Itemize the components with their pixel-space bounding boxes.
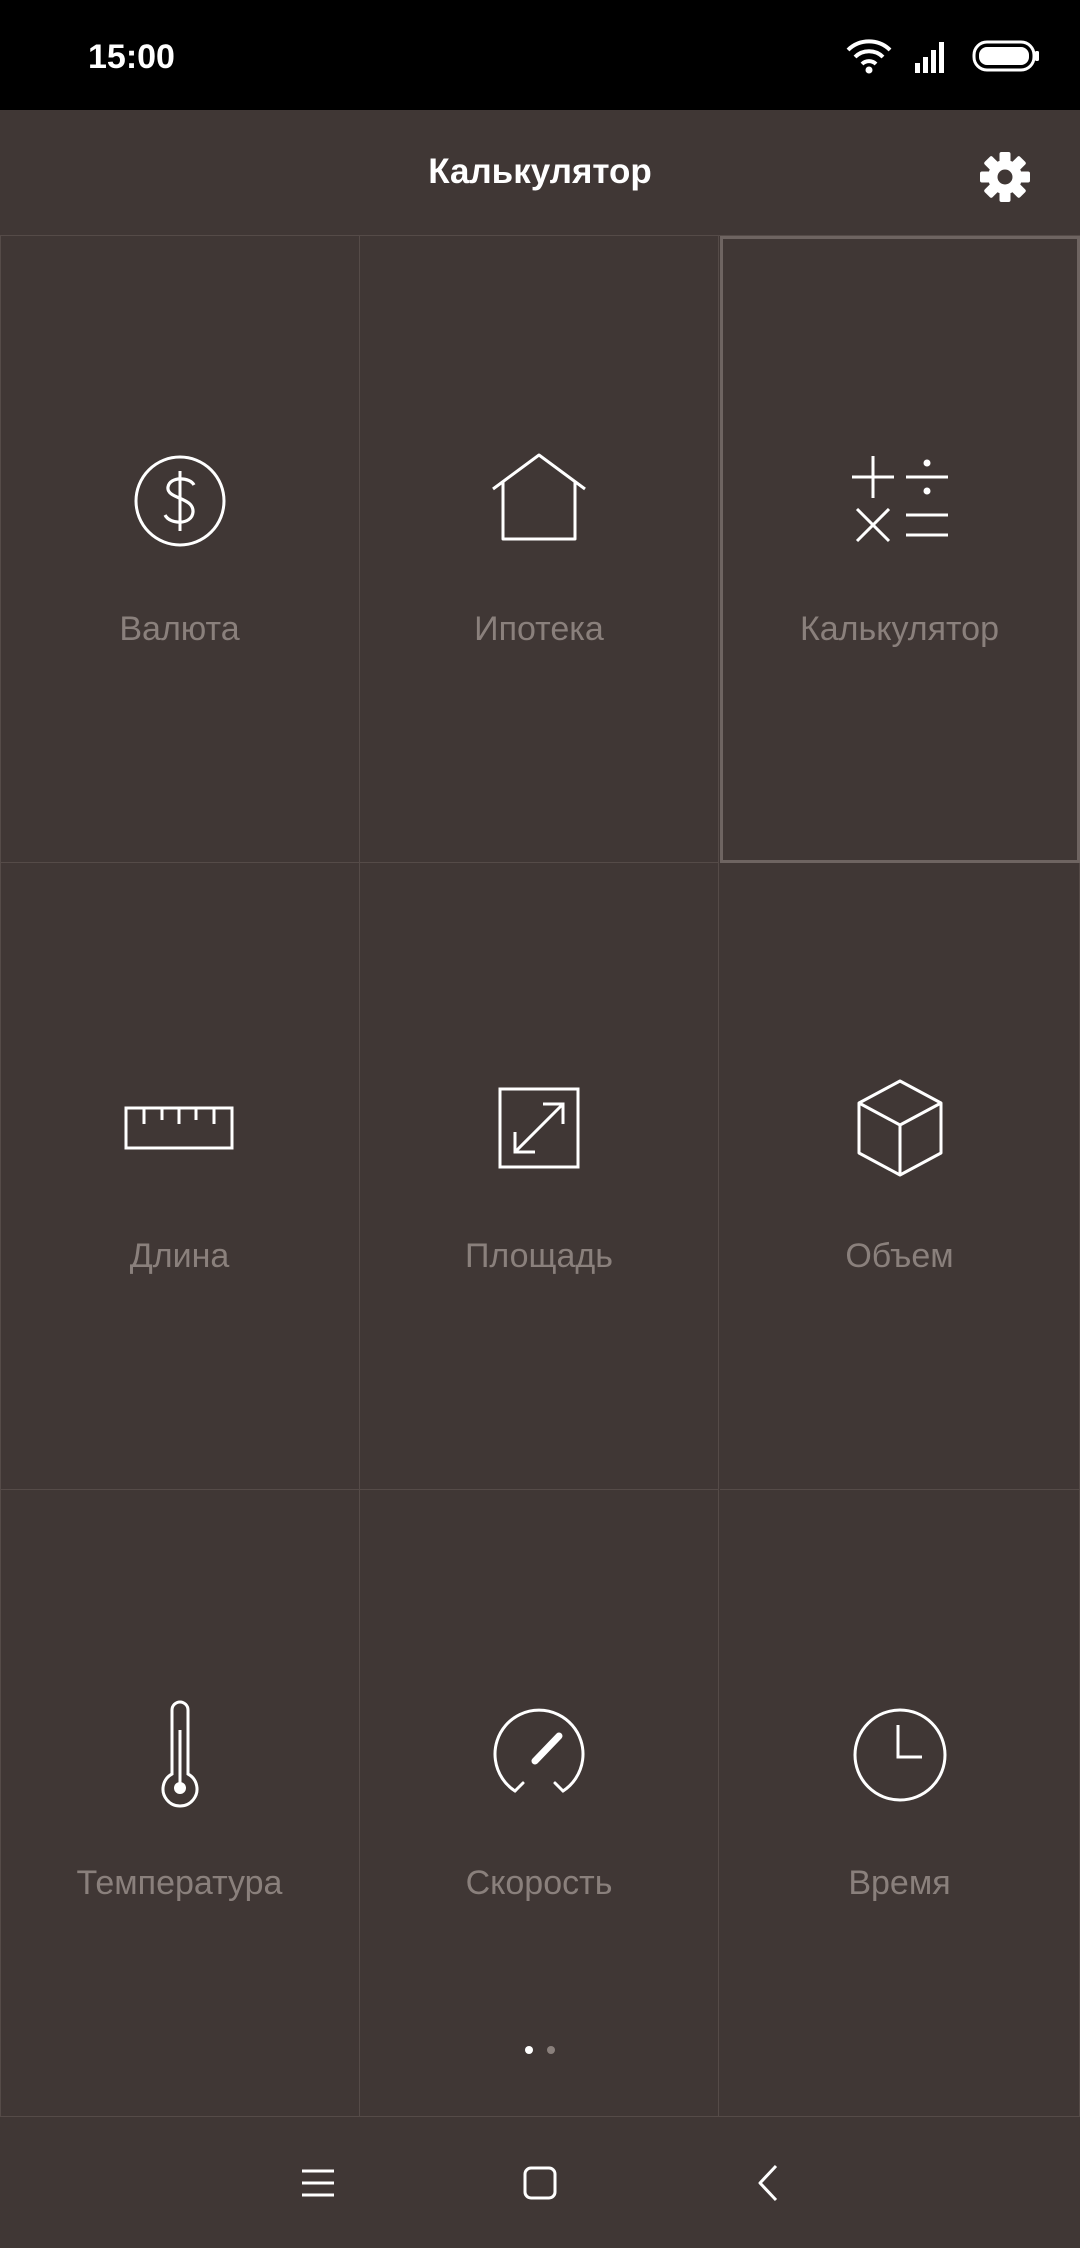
grid-item-length[interactable]: Длина: [0, 863, 360, 1490]
grid-item-label: Калькулятор: [799, 610, 1000, 648]
back-icon: [756, 2163, 780, 2208]
grid-item-mortgage[interactable]: Ипотека: [360, 236, 719, 863]
home-icon: [522, 2165, 558, 2206]
grid-item-area[interactable]: Площадь: [360, 863, 719, 1490]
battery-icon: [972, 40, 1040, 77]
settings-button[interactable]: [976, 148, 1034, 206]
grid-item-currency[interactable]: Валюта: [0, 236, 360, 863]
area-icon: [360, 1073, 718, 1183]
grid-item-label: Ипотека: [474, 610, 604, 648]
home-button[interactable]: [512, 2157, 568, 2213]
dollar-icon: [0, 446, 359, 556]
gear-icon: [976, 152, 1034, 210]
thermometer-icon: [0, 1700, 359, 1810]
grid-item-volume[interactable]: Объем: [720, 863, 1080, 1490]
grid-item-label: Длина: [129, 1237, 230, 1275]
grid-item-speed[interactable]: Скорость: [360, 1490, 719, 2116]
app-bar: Калькулятор: [0, 110, 1080, 236]
house-icon: [360, 446, 718, 556]
converter-grid: Валюта Ипотека Калькулятор Длина Площадь…: [0, 236, 1080, 2116]
page-dot-active[interactable]: [525, 2046, 533, 2054]
grid-item-temperature[interactable]: Температура: [0, 1490, 360, 2116]
cube-icon: [720, 1073, 1079, 1183]
menu-icon: [300, 2167, 336, 2204]
speedometer-icon: [360, 1700, 718, 1810]
status-bar: 15:00: [0, 0, 1080, 110]
wifi-icon: [846, 38, 892, 79]
grid-item-label: Площадь: [464, 1237, 613, 1275]
app-title: Калькулятор: [428, 152, 652, 191]
status-icons: [846, 36, 1040, 80]
grid-item-label: Температура: [76, 1864, 283, 1902]
grid-item-label: Время: [848, 1864, 951, 1902]
grid-item-label: Валюта: [119, 610, 240, 648]
page-dot[interactable]: [547, 2046, 555, 2054]
grid-item-time[interactable]: Время: [720, 1490, 1080, 2116]
back-button[interactable]: [740, 2157, 796, 2213]
grid-item-label: Объем: [845, 1237, 954, 1275]
grid-item-calculator[interactable]: Калькулятор: [720, 236, 1080, 863]
ruler-icon: [0, 1073, 359, 1183]
navigation-bar: [0, 2116, 1080, 2248]
page-indicator: [0, 2046, 1080, 2054]
signal-icon: [914, 39, 950, 78]
status-time: 15:00: [88, 38, 175, 76]
grid-item-label: Скорость: [465, 1864, 613, 1902]
calculator-icon: [720, 446, 1079, 556]
menu-button[interactable]: [290, 2157, 346, 2213]
clock-icon: [720, 1700, 1079, 1810]
